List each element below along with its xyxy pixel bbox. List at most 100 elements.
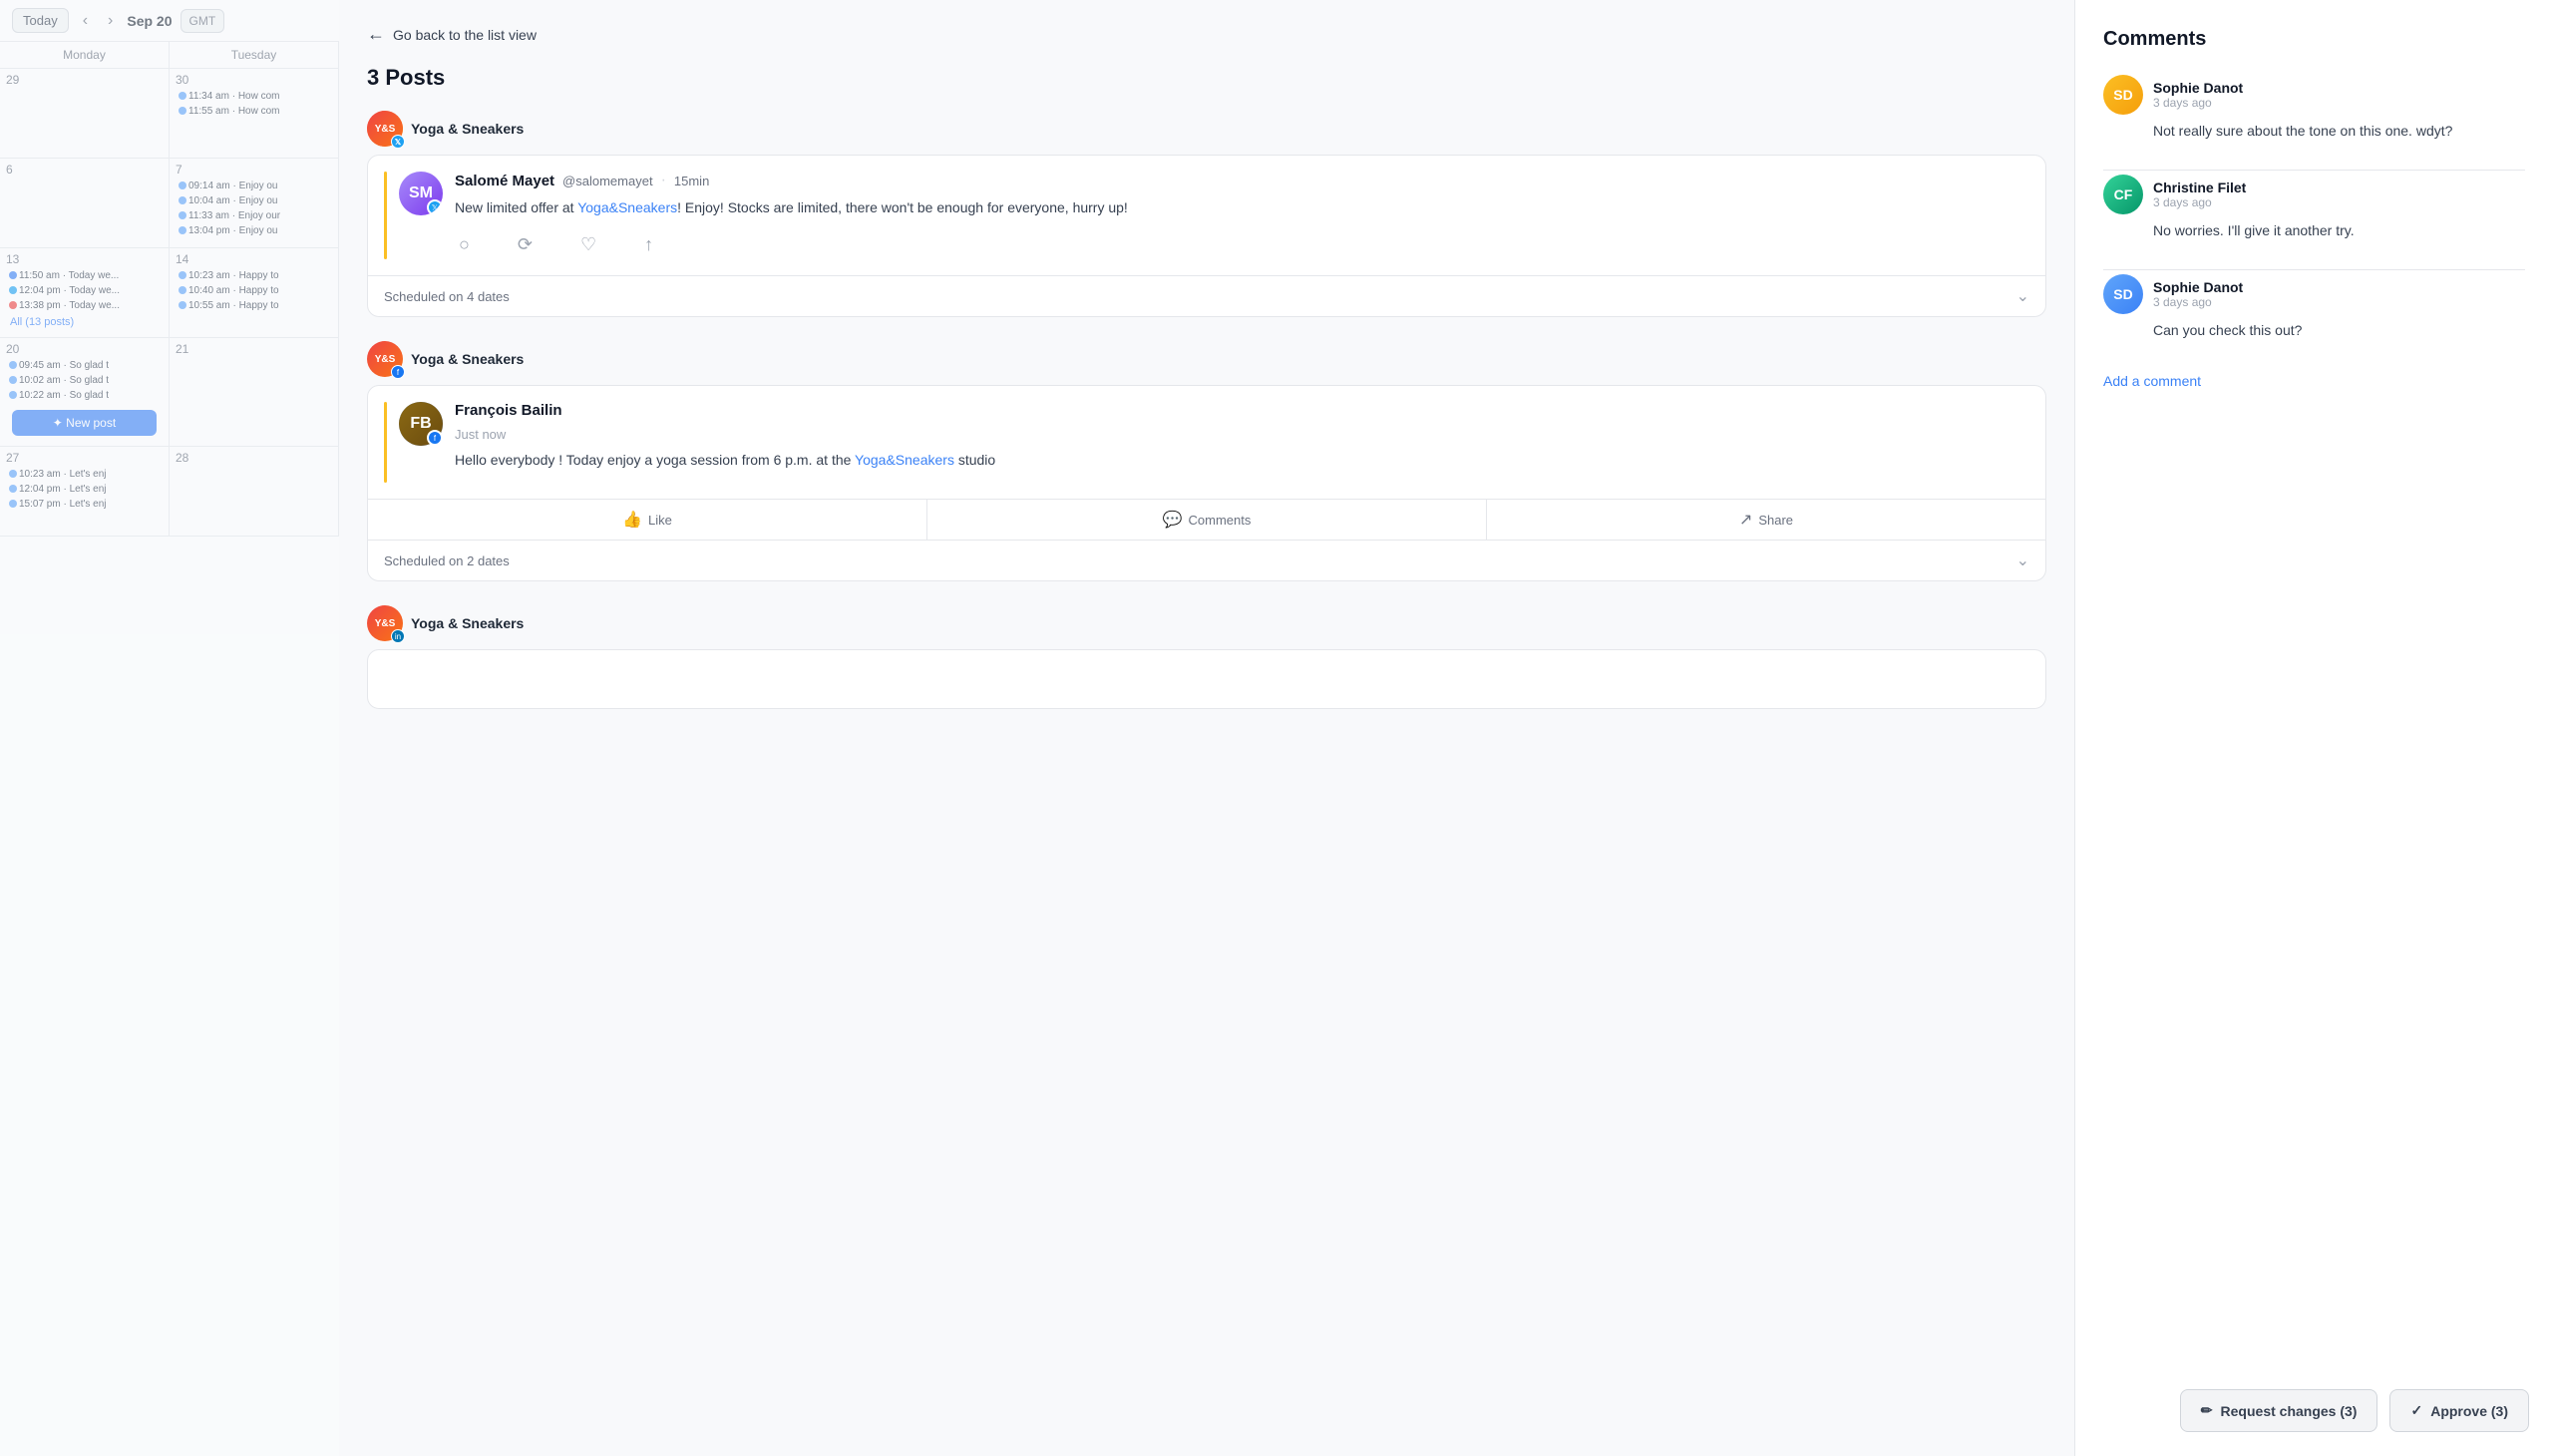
twitter-actions-1: ○ ⟳ ♡ ↑	[455, 230, 2029, 259]
post-time-1: 15min	[674, 174, 709, 188]
comment-author-2: Christine Filet	[2153, 180, 2246, 195]
comment-text-2: No worries. I'll give it another try.	[2153, 220, 2525, 241]
post-card-1-inner: SM 𝕏 Salomé Mayet @salomemayet · 15min N…	[368, 156, 2045, 275]
cal-event: 11:50 am · Today we...	[6, 269, 163, 282]
brand-header-3: Y&S in Yoga & Sneakers	[367, 605, 2046, 641]
twitter-badge-1: 𝕏	[427, 199, 443, 215]
thumbs-up-icon: 👍	[622, 510, 642, 530]
comment-divider-2	[2103, 269, 2525, 270]
post-link-2[interactable]: Yoga&Sneakers	[855, 452, 954, 468]
fb-like-action[interactable]: 👍 Like	[368, 500, 927, 540]
fb-comments-action[interactable]: 💬 Comments	[927, 500, 1487, 540]
scheduled-label-1: Scheduled on 4 dates	[384, 289, 510, 304]
comment-action[interactable]: ○	[455, 230, 474, 259]
post-card-3-inner	[368, 650, 2045, 682]
cal-event: 15:07 pm · Let's enj	[6, 498, 163, 511]
comment-text-1: Not really sure about the tone on this o…	[2153, 121, 2525, 142]
post-card-2-inner: FB f François Bailin Just now Hello ever…	[368, 386, 2045, 499]
all-posts-link[interactable]: All (13 posts)	[6, 314, 163, 330]
cal-cell-28: 28	[170, 447, 339, 537]
approve-button[interactable]: ✓ Approve (3)	[2389, 1389, 2529, 1432]
scheduled-label-2: Scheduled on 2 dates	[384, 553, 510, 568]
calendar-body: 29 30 11:34 am · How com 11:55 am · How …	[0, 69, 339, 537]
chevron-down-icon-2: ⌄	[2016, 550, 2029, 570]
cal-cell-7: 7 09:14 am · Enjoy ou 10:04 am · Enjoy o…	[170, 159, 339, 248]
add-comment-link[interactable]: Add a comment	[2103, 373, 2525, 389]
cal-event: 12:04 pm · Today we...	[6, 284, 163, 297]
posts-count-title: 3 Posts	[367, 65, 2046, 91]
comment-avatar-sophie2: SD	[2103, 274, 2143, 314]
main-panel: ← Go back to the list view 3 Posts Y&S 𝕏…	[339, 0, 2074, 1456]
fb-share-action[interactable]: ↗ Share	[1487, 500, 2045, 540]
post-content-1: Salomé Mayet @salomemayet · 15min New li…	[455, 172, 2029, 259]
comment-header-3: SD Sophie Danot 3 days ago	[2103, 274, 2525, 314]
cal-cell-29: 29	[0, 69, 170, 159]
cal-event: 11:34 am · How com	[176, 90, 332, 103]
calendar-panel: Today ‹ › Sep 20 GMT Monday Tuesday 29 3…	[0, 0, 339, 1456]
cal-event: 10:40 am · Happy to	[176, 284, 332, 297]
brand-avatar-3: Y&S in	[367, 605, 403, 641]
comment-time-3: 3 days ago	[2153, 295, 2243, 309]
post-text-1: New limited offer at Yoga&Sneakers! Enjo…	[455, 197, 2029, 218]
cal-cell-27: 27 10:23 am · Let's enj 12:04 pm · Let's…	[0, 447, 170, 537]
post-author-2: François Bailin	[455, 402, 562, 419]
cal-cell-30: 30 11:34 am · How com 11:55 am · How com	[170, 69, 339, 159]
timezone-label: GMT	[181, 9, 225, 33]
cal-event: 10:02 am · So glad t	[6, 374, 163, 387]
twitter-social-badge: 𝕏	[391, 135, 405, 149]
post-handle-1: @salomemayet	[562, 174, 653, 188]
check-icon: ✓	[2410, 1402, 2422, 1419]
comment-avatar-christine: CF	[2103, 175, 2143, 214]
cal-cell-6: 6	[0, 159, 170, 248]
cal-event: 10:04 am · Enjoy ou	[176, 194, 332, 207]
cal-event: 10:22 am · So glad t	[6, 389, 163, 402]
share-action[interactable]: ↑	[640, 230, 657, 259]
post-text-2: Hello everybody ! Today enjoy a yoga ses…	[455, 450, 2029, 471]
scheduled-bar-1[interactable]: Scheduled on 4 dates ⌄	[368, 275, 2045, 316]
pencil-icon: ✏	[2201, 1402, 2213, 1419]
comments-icon: 💬	[1163, 510, 1183, 530]
post-meta-1: Salomé Mayet @salomemayet · 15min	[455, 172, 2029, 189]
scheduled-bar-2[interactable]: Scheduled on 2 dates ⌄	[368, 540, 2045, 580]
back-link[interactable]: ← Go back to the list view	[367, 24, 2046, 45]
comment-divider-1	[2103, 170, 2525, 171]
cal-event: 11:55 am · How com	[176, 105, 332, 118]
cal-cell-20: 20 09:45 am · So glad t 10:02 am · So gl…	[0, 338, 170, 447]
post-link-1[interactable]: Yoga&Sneakers	[577, 199, 677, 215]
prev-button[interactable]: ‹	[77, 10, 94, 32]
comment-author-3: Sophie Danot	[2153, 279, 2243, 295]
like-action[interactable]: ♡	[576, 230, 600, 259]
cal-event: 13:38 pm · Today we...	[6, 299, 163, 312]
cal-event: 13:04 pm · Enjoy ou	[176, 224, 332, 237]
fb-comments-label: Comments	[1189, 513, 1252, 528]
cal-event: 09:45 am · So glad t	[6, 359, 163, 372]
calendar-date: Sep 20	[127, 13, 172, 29]
today-button[interactable]: Today	[12, 8, 69, 33]
fb-like-label: Like	[648, 513, 672, 528]
brand-header-1: Y&S 𝕏 Yoga & Sneakers	[367, 111, 2046, 147]
next-button[interactable]: ›	[102, 10, 119, 32]
cal-event: 12:04 pm · Let's enj	[6, 483, 163, 496]
request-changes-label: Request changes (3)	[2221, 1403, 2358, 1419]
post-group-1: Y&S 𝕏 Yoga & Sneakers SM 𝕏 Salomé Mayet …	[367, 111, 2046, 317]
post-group-2: Y&S f Yoga & Sneakers FB f François Bail…	[367, 341, 2046, 581]
day-tuesday: Tuesday	[170, 42, 339, 68]
comment-item-1: SD Sophie Danot 3 days ago Not really su…	[2103, 75, 2525, 142]
brand-avatar-1: Y&S 𝕏	[367, 111, 403, 147]
new-post-button[interactable]: ✦ New post	[12, 410, 157, 436]
brand-name-3: Yoga & Sneakers	[411, 615, 524, 631]
cal-event: 10:23 am · Happy to	[176, 269, 332, 282]
retweet-action[interactable]: ⟳	[514, 230, 537, 259]
request-changes-button[interactable]: ✏ Request changes (3)	[2180, 1389, 2378, 1432]
comment-time-2: 3 days ago	[2153, 195, 2246, 209]
post-time-2: Just now	[455, 427, 2029, 442]
comment-time-1: 3 days ago	[2153, 96, 2243, 110]
post-card-2: FB f François Bailin Just now Hello ever…	[367, 385, 2046, 581]
post-meta-2: François Bailin	[455, 402, 2029, 419]
bottom-actions: ✏ Request changes (3) ✓ Approve (3)	[2180, 1389, 2529, 1432]
post-content-2: François Bailin Just now Hello everybody…	[455, 402, 2029, 483]
facebook-actions: 👍 Like 💬 Comments ↗ Share	[368, 499, 2045, 540]
back-link-label: Go back to the list view	[393, 27, 537, 43]
comment-item-3: SD Sophie Danot 3 days ago Can you check…	[2103, 274, 2525, 341]
cal-event: 10:23 am · Let's enj	[6, 468, 163, 481]
